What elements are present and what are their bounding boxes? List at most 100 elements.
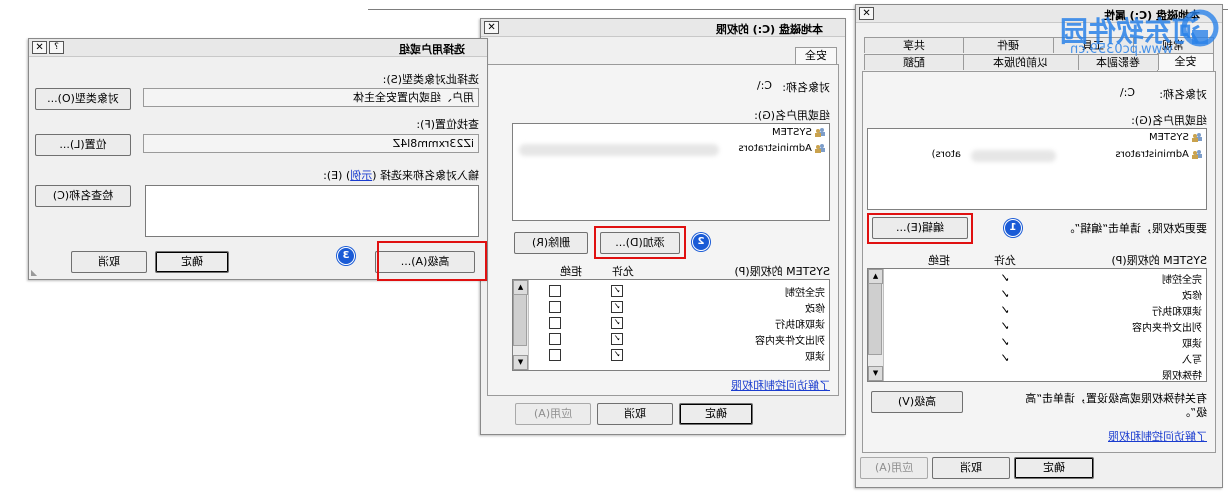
step-badge-3: 3: [337, 247, 355, 265]
advanced-hint-line2: 级”。: [1179, 406, 1207, 419]
list-item: 完全控制: [1162, 275, 1202, 286]
help-icon[interactable]: ?: [49, 41, 64, 54]
tab-security[interactable]: 安全: [795, 47, 837, 65]
object-name-label: 对象名称:: [1159, 88, 1207, 101]
user-group-icon: [1192, 133, 1202, 142]
object-types-button[interactable]: 对象类型(O)...: [35, 88, 131, 110]
list-item[interactable]: SYSTEM: [1149, 132, 1203, 143]
list-item: 读取: [805, 352, 825, 363]
allow-checkbox[interactable]: ✓: [611, 349, 623, 361]
apply-button[interactable]: 应用(A): [860, 457, 928, 479]
learn-access-control-link[interactable]: 了解访问控制和权限: [1108, 428, 1207, 444]
allow-checkbox[interactable]: ✓: [611, 317, 623, 329]
deny-checkbox[interactable]: [549, 317, 561, 329]
apply-button[interactable]: 应用(A): [515, 403, 591, 425]
deny-checkbox[interactable]: [549, 349, 561, 361]
list-item: 读取: [1182, 339, 1202, 350]
enter-names-label: 输入对象名称来选择 (示例) (E):: [323, 169, 479, 182]
cancel-button[interactable]: 取消: [932, 457, 1010, 479]
list-item: 写入: [1182, 355, 1202, 366]
step-badge-1: 1: [1004, 219, 1022, 237]
user-name-suffix: ators): [931, 149, 961, 160]
close-icon[interactable]: ✕: [859, 7, 874, 20]
list-item[interactable]: SYSTEM: [772, 127, 826, 138]
deny-checkbox[interactable]: [549, 285, 561, 297]
permissions-titlebar: 本地磁盘 (C:) 的权限 ✕: [481, 19, 845, 37]
highlight-edit-button: [867, 213, 973, 244]
list-item: 修改: [1182, 291, 1202, 302]
list-item: 读取和执行: [775, 320, 825, 331]
close-icon[interactable]: ✕: [32, 41, 47, 54]
properties-dialog: 本地磁盘 (C:) 属性 ✕ 常规 工具 硬件 共享 安全 卷影副本 以前的版本…: [855, 4, 1223, 488]
allow-checkbox[interactable]: ✓: [611, 285, 623, 297]
close-icon[interactable]: ✕: [484, 21, 499, 34]
group-label: 组或用户名(G):: [754, 109, 830, 122]
advanced-button[interactable]: 高级(V): [871, 391, 963, 413]
examples-link[interactable]: 示例: [350, 169, 372, 182]
list-item[interactable]: Administrators: [738, 143, 826, 154]
permissions-title: 本地磁盘 (C:) 的权限: [715, 23, 823, 36]
check-names-button[interactable]: 检查名称(C): [35, 185, 131, 207]
permissions-list[interactable]: 完全控制 ✓ 修改 ✓ 读取和执行 ✓ 列出文件夹内容 ✓ 读取 ✓ 写入 ✓ …: [867, 268, 1207, 382]
list-item: 列出文件夹内容: [755, 336, 825, 347]
allow-checkbox[interactable]: ✓: [611, 333, 623, 345]
user-name: SYSTEM: [1148, 132, 1189, 143]
deny-checkbox[interactable]: [549, 301, 561, 313]
cancel-button[interactable]: 取消: [597, 403, 673, 425]
ok-button[interactable]: 确定: [155, 251, 229, 273]
location-label: 查找位置(F):: [416, 118, 479, 131]
cancel-button[interactable]: 取消: [71, 251, 147, 273]
permissions-scrollbar[interactable]: ▲ ▼: [868, 269, 884, 381]
scroll-down-icon[interactable]: ▼: [868, 366, 883, 381]
scroll-thumb[interactable]: [868, 283, 882, 355]
mirrored-screenshot: 本地磁盘 (C:) 属性 ✕ 常规 工具 硬件 共享 安全 卷影副本 以前的版本…: [0, 0, 1228, 494]
scroll-down-icon[interactable]: ▼: [513, 355, 528, 370]
allow-header: 允许: [994, 254, 1016, 267]
allow-header: 允许: [612, 265, 634, 278]
select-users-titlebar: 选择用户或组 ? ✕: [29, 39, 487, 57]
enter-names-suffix: (E):: [323, 169, 343, 182]
locations-button[interactable]: 位置(L)...: [35, 134, 131, 156]
names-input[interactable]: [145, 185, 479, 237]
perm-header: SYSTEM 的权限(P): [1111, 254, 1207, 267]
remove-button[interactable]: 删除(R): [514, 232, 588, 254]
user-name: Administrators: [738, 143, 812, 154]
allow-checkbox[interactable]: ✓: [611, 301, 623, 313]
allow-check-icon: ✓: [999, 287, 1010, 301]
allow-check-icon: ✓: [999, 319, 1010, 333]
highlight-advanced-button: [377, 241, 487, 281]
scroll-up-icon[interactable]: ▲: [868, 269, 883, 284]
enter-names-text: 输入对象名称来选择: [380, 169, 479, 182]
highlight-add-button: [594, 226, 686, 259]
watermark: 河东软件园 www.pc0359.cn: [1030, 4, 1225, 58]
ok-button[interactable]: 确定: [679, 403, 753, 425]
redacted-text: [519, 144, 719, 156]
scroll-up-icon[interactable]: ▲: [513, 280, 528, 295]
ok-button[interactable]: 确定: [1014, 457, 1094, 479]
permissions-list[interactable]: 完全控制 ✓ 修改 ✓ 读取和执行 ✓ 列出文件夹内容 ✓ 读取 ✓ ▲ ▼: [512, 279, 830, 371]
list-item: 特殊权限: [1162, 371, 1202, 382]
user-name: SYSTEM: [771, 127, 812, 138]
security-tab-panel: 对象名称: C:\ 组或用户名(G): SYSTEM Administrator…: [862, 71, 1216, 453]
tab-quota[interactable]: 配额: [864, 54, 964, 70]
resize-grip-icon[interactable]: ◢: [31, 268, 37, 277]
learn-access-control-link[interactable]: 了解访问控制和权限: [731, 377, 830, 393]
tab-sharing[interactable]: 共享: [864, 37, 964, 53]
scroll-thumb[interactable]: [513, 294, 527, 346]
deny-header: 拒绝: [560, 265, 582, 278]
list-item[interactable]: Administrators: [1115, 149, 1203, 160]
user-name: Administrators: [1115, 149, 1189, 160]
users-list[interactable]: SYSTEM Administrators ators): [867, 128, 1207, 210]
permissions-tab-panel: 对象名称: C:\ 组或用户名(G): SYSTEM Administrator…: [487, 64, 839, 396]
list-item: 列出文件夹内容: [1132, 323, 1202, 334]
allow-check-icon: ✓: [999, 303, 1010, 317]
permissions-scrollbar[interactable]: ▲ ▼: [513, 280, 529, 370]
object-name-label: 对象名称:: [782, 81, 830, 94]
user-group-icon: [815, 144, 825, 153]
list-item: 读取和执行: [1152, 307, 1202, 318]
allow-check-icon: ✓: [999, 351, 1010, 365]
deny-checkbox[interactable]: [549, 333, 561, 345]
list-item: 完全控制: [785, 288, 825, 299]
watermark-url: www.pc0359.cn: [1070, 42, 1173, 57]
users-list[interactable]: SYSTEM Administrators: [512, 123, 830, 221]
